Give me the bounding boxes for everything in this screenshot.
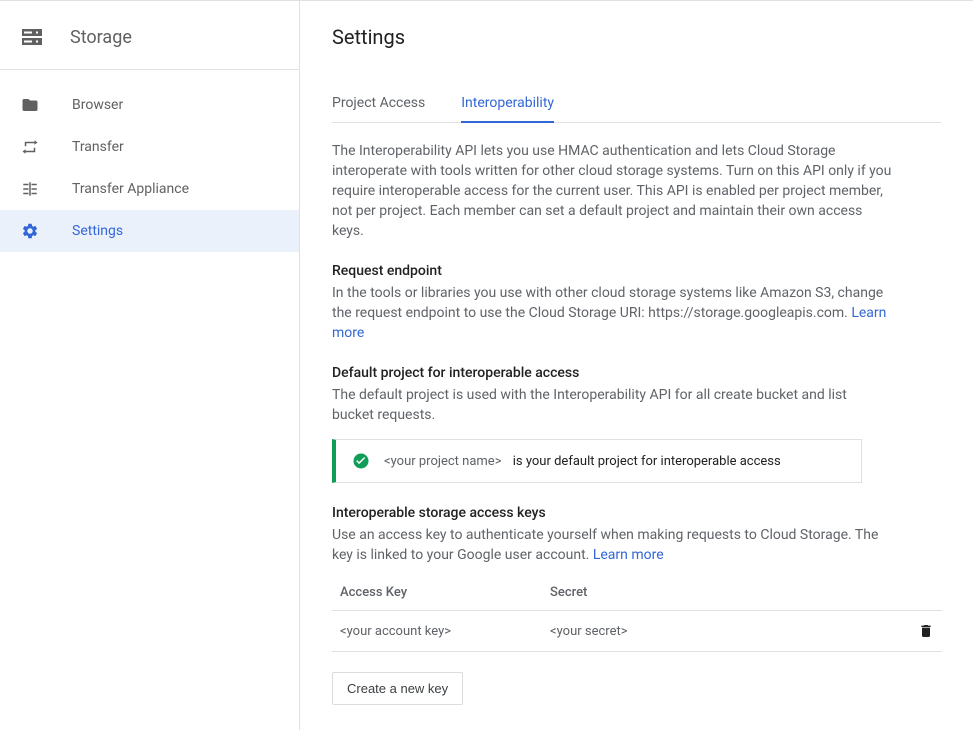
gear-icon	[20, 222, 40, 240]
tabs: Project Access Interoperability	[332, 85, 941, 123]
default-project-callout: <your project name> is your default proj…	[332, 439, 862, 483]
tab-project-access[interactable]: Project Access	[332, 85, 425, 123]
default-project-heading: Default project for interoperable access	[332, 365, 941, 381]
intro-text: The Interoperability API lets you use HM…	[332, 141, 892, 241]
callout-text: <your project name> is your default proj…	[384, 454, 781, 469]
sidebar-item-browser[interactable]: Browser	[0, 84, 299, 126]
sidebar: Storage Browser Transfer Transfer Applia…	[0, 1, 300, 730]
col-header-access-key: Access Key	[340, 585, 550, 600]
section-default-project: Default project for interoperable access…	[332, 365, 941, 483]
appliance-icon	[20, 180, 40, 198]
tab-interoperability[interactable]: Interoperability	[461, 85, 554, 123]
main-content: Settings Project Access Interoperability…	[300, 1, 973, 730]
callout-suffix: is your default project for interoperabl…	[513, 454, 781, 469]
sidebar-item-label: Browser	[72, 97, 123, 113]
table-header: Access Key Secret	[332, 575, 942, 611]
sidebar-title: Storage	[70, 27, 132, 48]
access-keys-heading: Interoperable storage access keys	[332, 505, 941, 521]
request-endpoint-text: In the tools or libraries you use with o…	[332, 285, 883, 321]
sidebar-item-label: Transfer	[72, 139, 124, 155]
section-request-endpoint: Request endpoint In the tools or librari…	[332, 263, 941, 343]
sidebar-header: Storage	[0, 1, 299, 70]
transfer-icon	[20, 138, 40, 156]
section-access-keys: Interoperable storage access keys Use an…	[332, 505, 941, 705]
create-key-button[interactable]: Create a new key	[332, 672, 463, 705]
callout-project-name: <your project name>	[384, 454, 502, 469]
trash-icon[interactable]	[918, 623, 934, 639]
browser-icon	[20, 96, 40, 114]
access-keys-body: Use an access key to authenticate yourse…	[332, 525, 892, 565]
cell-secret: <your secret>	[550, 624, 904, 639]
cell-access-key: <your account key>	[340, 624, 550, 639]
table-row: <your account key> <your secret>	[332, 611, 942, 652]
access-keys-table: Access Key Secret <your account key> <yo…	[332, 575, 942, 652]
sidebar-item-transfer[interactable]: Transfer	[0, 126, 299, 168]
request-endpoint-body: In the tools or libraries you use with o…	[332, 283, 892, 343]
default-project-body: The default project is used with the Int…	[332, 385, 892, 425]
sidebar-item-label: Transfer Appliance	[72, 181, 189, 197]
storage-icon	[20, 25, 44, 49]
sidebar-item-transfer-appliance[interactable]: Transfer Appliance	[0, 168, 299, 210]
col-header-secret: Secret	[550, 585, 904, 600]
sidebar-nav: Browser Transfer Transfer Appliance Sett…	[0, 70, 299, 252]
page-title: Settings	[332, 25, 941, 49]
keys-learn-more-link[interactable]: Learn more	[593, 547, 664, 563]
check-circle-icon	[352, 452, 370, 470]
col-header-actions	[904, 585, 934, 600]
sidebar-item-label: Settings	[72, 223, 123, 239]
sidebar-item-settings[interactable]: Settings	[0, 210, 299, 252]
request-endpoint-heading: Request endpoint	[332, 263, 941, 279]
